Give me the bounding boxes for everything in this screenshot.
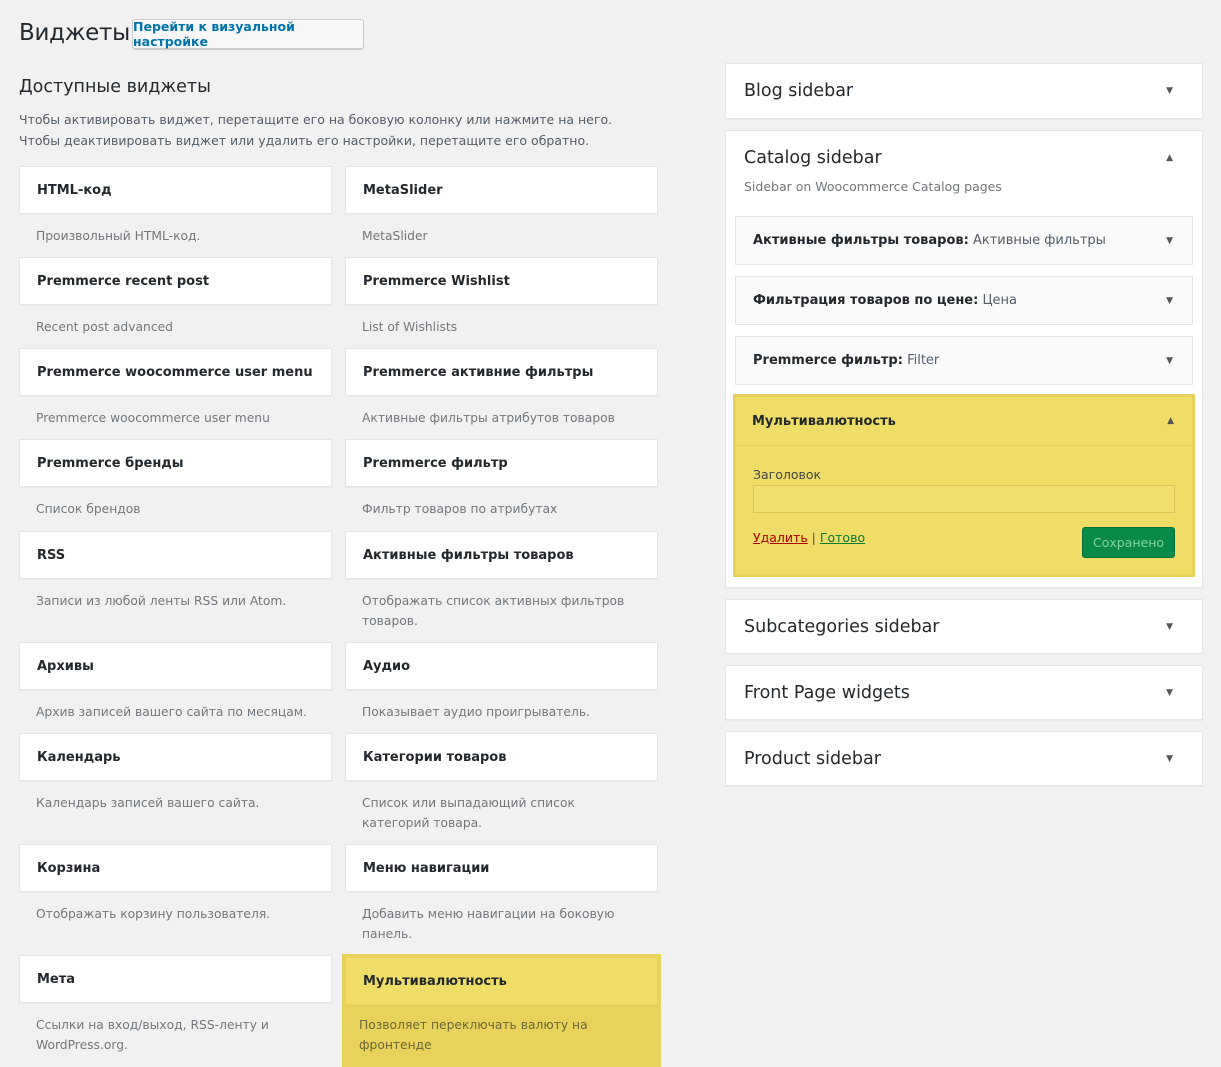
widget-description: Фильтр товаров по атрибутах bbox=[362, 502, 558, 516]
sidebar-widget[interactable]: Фильтрация товаров по цене: Цена ▼ bbox=[735, 276, 1193, 325]
arrow-down-icon[interactable]: ▼ bbox=[1166, 356, 1173, 366]
widget-description: Позволяет переключать валюту на фронтенд… bbox=[359, 1018, 588, 1052]
widget-description: Отображать корзину пользователя. bbox=[36, 907, 271, 921]
link-separator: | bbox=[811, 530, 816, 545]
arrow-down-icon[interactable]: ▼ bbox=[1166, 754, 1173, 764]
title-field-label: Заголовок bbox=[753, 467, 822, 482]
widget-description: Показывает аудио проигрыватель. bbox=[362, 705, 591, 719]
sidebar-widget[interactable]: Активные фильтры товаров: Активные фильт… bbox=[735, 216, 1193, 265]
done-link[interactable]: Готово bbox=[820, 530, 865, 545]
available-widgets-title: Доступные виджеты bbox=[19, 77, 211, 97]
delete-link[interactable]: Удалить bbox=[753, 530, 808, 545]
widget-title[interactable]: MetaSlider bbox=[345, 166, 658, 214]
widget-description: MetaSlider bbox=[362, 229, 428, 243]
widget-title[interactable]: Premmerce woocommerce user menu bbox=[19, 348, 332, 396]
widget-item[interactable]: Корзина Отображать корзину пользователя. bbox=[19, 844, 332, 924]
arrow-down-icon[interactable]: ▼ bbox=[1166, 688, 1173, 698]
widget-description: Ссылки на вход/выход, RSS-ленту и WordPr… bbox=[36, 1018, 269, 1052]
arrow-down-icon[interactable]: ▼ bbox=[1166, 622, 1173, 632]
arrow-up-icon[interactable]: ▲ bbox=[1167, 416, 1174, 426]
widget-item-highlighted[interactable]: Мультивалютность Позволяет переключать в… bbox=[342, 954, 661, 1067]
sidebar-blog[interactable]: Blog sidebar ▼ bbox=[725, 63, 1203, 119]
widget-title[interactable]: Календарь bbox=[19, 733, 332, 781]
widget-description: Premmerce woocommerce user menu bbox=[36, 411, 270, 425]
widget-item[interactable]: Меню навигации Добавить меню навигации н… bbox=[345, 844, 658, 944]
widget-title[interactable]: RSS bbox=[19, 531, 332, 579]
sidebar-product[interactable]: Product sidebar ▼ bbox=[725, 731, 1203, 786]
arrow-down-icon[interactable]: ▼ bbox=[1166, 296, 1173, 306]
widget-item[interactable]: Premmerce активние фильтры Активные филь… bbox=[345, 348, 658, 428]
sidebar-title[interactable]: Subcategories sidebar bbox=[744, 617, 939, 637]
widget-title[interactable]: Premmerce фильтр bbox=[345, 439, 658, 487]
widget-item[interactable]: Premmerce recent post Recent post advanc… bbox=[19, 257, 332, 337]
sidebar-widget-title: Premmerce фильтр: bbox=[753, 353, 903, 368]
sidebar-title[interactable]: Catalog sidebar bbox=[744, 148, 882, 168]
widget-item[interactable]: Premmerce бренды Список брендов bbox=[19, 439, 332, 519]
widget-description: Список или выпадающий список категорий т… bbox=[362, 796, 575, 830]
multicurrency-widget-expanded[interactable]: Мультивалютность ▲ Заголовок Удалить | Г… bbox=[733, 394, 1195, 577]
sidebar-subcategories[interactable]: Subcategories sidebar ▼ bbox=[725, 599, 1203, 654]
arrow-up-icon[interactable]: ▲ bbox=[1166, 153, 1173, 163]
widget-title[interactable]: Мета bbox=[19, 955, 332, 1003]
widget-item[interactable]: Аудио Показывает аудио проигрыватель. bbox=[345, 642, 658, 722]
widget-title[interactable]: Аудио bbox=[345, 642, 658, 690]
sidebar-description: Sidebar on Woocommerce Catalog pages bbox=[744, 179, 1002, 194]
widget-title[interactable]: Мультивалютность bbox=[345, 957, 658, 1005]
widget-title[interactable]: Premmerce Wishlist bbox=[345, 257, 658, 305]
widget-item[interactable]: Активные фильтры товаров Отображать спис… bbox=[345, 531, 658, 631]
page-title: Виджеты bbox=[19, 20, 130, 46]
widget-item[interactable]: Архивы Архив записей вашего сайта по мес… bbox=[19, 642, 332, 722]
widget-title[interactable]: HTML-код bbox=[19, 166, 332, 214]
widget-item[interactable]: Календарь Календарь записей вашего сайта… bbox=[19, 733, 332, 813]
widget-item[interactable]: Premmerce фильтр Фильтр товаров по атриб… bbox=[345, 439, 658, 519]
arrow-down-icon[interactable]: ▼ bbox=[1166, 86, 1173, 96]
sidebar-title[interactable]: Front Page widgets bbox=[744, 683, 910, 703]
widget-description: Записи из любой ленты RSS или Atom. bbox=[36, 594, 287, 608]
widget-title[interactable]: Меню навигации bbox=[345, 844, 658, 892]
sidebar-widget-title: Активные фильтры товаров: bbox=[753, 233, 969, 248]
widget-title[interactable]: Корзина bbox=[19, 844, 332, 892]
widget-description: Архив записей вашего сайта по месяцам. bbox=[36, 705, 307, 719]
widget-description: Список брендов bbox=[36, 502, 141, 516]
widget-description: Отображать список активных фильтров това… bbox=[362, 594, 625, 628]
widget-title[interactable]: Архивы bbox=[19, 642, 332, 690]
sidebar-widget-subtitle: Активные фильтры bbox=[972, 233, 1106, 248]
saved-button[interactable]: Сохранено bbox=[1082, 527, 1175, 558]
sidebar-title[interactable]: Product sidebar bbox=[744, 749, 881, 769]
sidebar-title[interactable]: Blog sidebar bbox=[744, 81, 853, 101]
widget-item[interactable]: RSS Записи из любой ленты RSS или Atom. bbox=[19, 531, 332, 611]
widget-title[interactable]: Premmerce recent post bbox=[19, 257, 332, 305]
widget-item[interactable]: Мета Ссылки на вход/выход, RSS-ленту и W… bbox=[19, 955, 332, 1055]
widget-title[interactable]: Premmerce активние фильтры bbox=[345, 348, 658, 396]
sidebar-widget-subtitle: Цена bbox=[982, 293, 1018, 308]
arrow-down-icon[interactable]: ▼ bbox=[1166, 236, 1173, 246]
widget-title[interactable]: Premmerce бренды bbox=[19, 439, 332, 487]
widget-description: Активные фильтры атрибутов товаров bbox=[362, 411, 615, 425]
widget-description: Календарь записей вашего сайта. bbox=[36, 796, 260, 810]
available-widgets-description: Чтобы активировать виджет, перетащите ег… bbox=[19, 112, 613, 148]
sidebar-widget-subtitle: Filter bbox=[907, 353, 940, 368]
widget-title[interactable]: Категории товаров bbox=[345, 733, 658, 781]
widget-description: Recent post advanced bbox=[36, 320, 173, 334]
widget-item[interactable]: HTML-код Произвольный HTML-код. bbox=[19, 166, 332, 246]
widget-description: Добавить меню навигации на боковую панел… bbox=[362, 907, 615, 941]
widget-item[interactable]: Premmerce woocommerce user menu Premmerc… bbox=[19, 348, 332, 428]
customize-button[interactable]: Перейти к визуальной настройке bbox=[132, 19, 364, 49]
widget-description: Произвольный HTML-код. bbox=[36, 229, 201, 243]
widget-title[interactable]: Активные фильтры товаров bbox=[345, 531, 658, 579]
sidebar-widget-title: Фильтрация товаров по цене: bbox=[753, 293, 979, 308]
sidebar-widget[interactable]: Premmerce фильтр: Filter ▼ bbox=[735, 336, 1193, 385]
widget-description: List of Wishlists bbox=[362, 320, 458, 334]
sidebar-widget-title[interactable]: Мультивалютность bbox=[752, 414, 896, 429]
sidebar-front-page[interactable]: Front Page widgets ▼ bbox=[725, 665, 1203, 720]
title-field[interactable] bbox=[753, 485, 1175, 513]
widget-item[interactable]: Premmerce Wishlist List of Wishlists bbox=[345, 257, 658, 337]
widget-item[interactable]: Категории товаров Список или выпадающий … bbox=[345, 733, 658, 833]
widget-item[interactable]: MetaSlider MetaSlider bbox=[345, 166, 658, 246]
